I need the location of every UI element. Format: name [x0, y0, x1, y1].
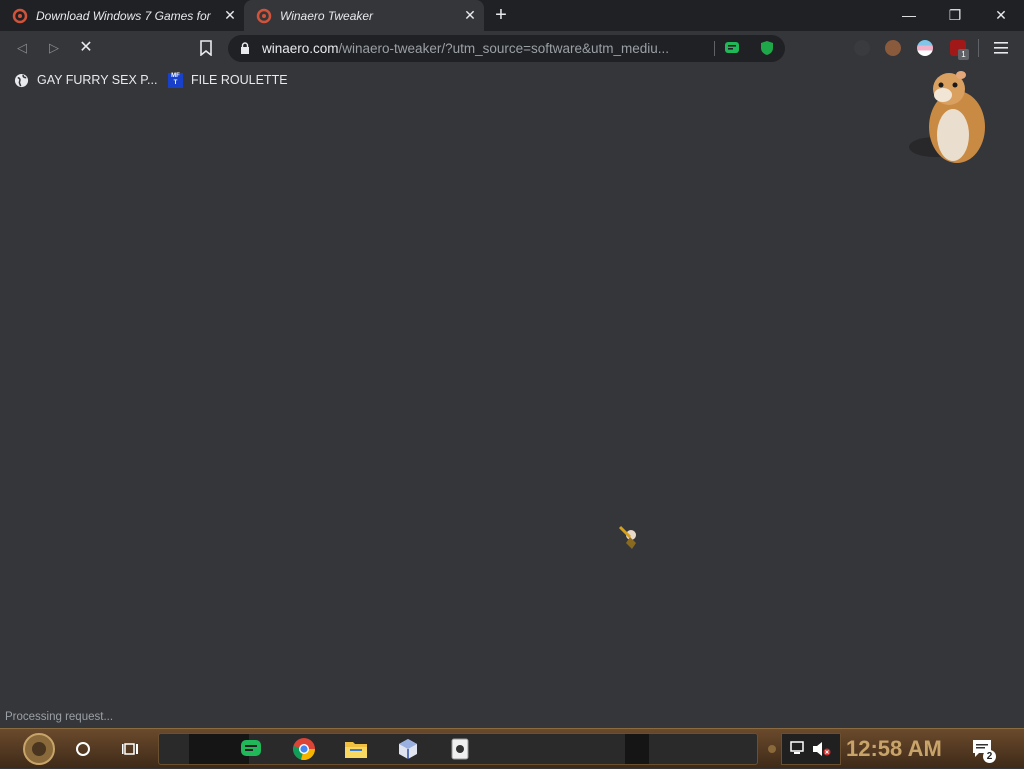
tab-close-button[interactable]: ✕	[220, 7, 240, 24]
bookmarks-bar: GAY FURRY SEX P... MF T FILE ROULETTE	[0, 65, 1024, 95]
stop-loading-button[interactable]: ✕	[75, 37, 97, 59]
folder-icon	[345, 742, 367, 758]
tab-close-button[interactable]: ✕	[460, 7, 480, 24]
notification-count-badge: 2	[983, 750, 996, 763]
busy-cursor-icon	[618, 525, 636, 549]
globe-icon	[14, 73, 29, 87]
tab-download-games[interactable]: Download Windows 7 Games for ✕	[0, 0, 244, 31]
tray-overflow-button[interactable]	[764, 729, 780, 769]
url-path: /winaero-tweaker/?utm_source=software&ut…	[338, 41, 670, 56]
speaker-muted-icon	[813, 742, 831, 756]
mfr-icon: MF T	[168, 72, 183, 88]
toolbar-divider	[978, 39, 979, 57]
lock-icon	[241, 42, 249, 54]
profile-avatar[interactable]	[885, 40, 901, 56]
hamster-mascot-image	[909, 71, 985, 163]
bookmark-item[interactable]: GAY FURRY SEX P...	[14, 72, 157, 88]
chrome-button[interactable]	[289, 729, 319, 769]
forward-button[interactable]: ▷	[43, 37, 65, 59]
task-view-icon	[122, 743, 138, 755]
action-center-button[interactable]	[968, 729, 998, 769]
tab-title: Download Windows 7 Games for	[36, 8, 211, 23]
network-button[interactable]	[786, 729, 808, 769]
cortana-button[interactable]	[68, 729, 98, 769]
volume-button[interactable]	[810, 729, 832, 769]
bookmark-label: FILE ROULETTE	[191, 73, 288, 87]
tab-title: Winaero Tweaker	[280, 8, 374, 23]
bookmark-icon[interactable]	[199, 40, 213, 56]
new-tab-button[interactable]: +	[490, 4, 512, 26]
browser-toolbar: ◁ ▷ ✕ winaero.com/winaero-tweaker/?utm_s…	[0, 31, 1024, 65]
chat-extension-icon[interactable]	[724, 40, 740, 56]
file-explorer-button[interactable]	[341, 729, 371, 769]
start-button[interactable]	[4, 729, 64, 769]
back-button[interactable]: ◁	[11, 37, 33, 59]
restore-button[interactable]: ❐	[932, 0, 978, 31]
url-text: winaero.com/winaero-tweaker/?utm_source=…	[262, 41, 704, 56]
start-gear-icon	[23, 733, 55, 765]
playing-card-icon	[451, 738, 469, 760]
extension-icon[interactable]	[854, 40, 870, 56]
chat-app-button[interactable]	[236, 729, 266, 769]
taskbar-clock[interactable]: 12:58 AM	[846, 736, 942, 762]
cards-game-button[interactable]	[445, 729, 475, 769]
omnibox-divider	[714, 41, 715, 56]
page-content	[0, 71, 1024, 728]
chrome-icon	[293, 738, 315, 761]
gear-icon	[768, 745, 776, 753]
url-host: winaero.com	[262, 41, 339, 56]
circle-icon	[76, 742, 90, 756]
bookmark-item[interactable]: MF T FILE ROULETTE	[168, 72, 288, 88]
flag-extension-icon[interactable]	[917, 40, 933, 56]
virtualbox-button[interactable]	[393, 729, 423, 769]
minimize-button[interactable]: —	[886, 0, 932, 31]
opera-icon	[256, 8, 272, 23]
bookmark-label: GAY FURRY SEX P...	[37, 73, 158, 87]
cube-icon	[399, 739, 417, 759]
extension-badge: 1	[958, 49, 969, 60]
opera-icon	[12, 8, 28, 23]
close-window-button[interactable]: ✕	[978, 0, 1024, 31]
taskbar: 12:58 AM 2	[0, 728, 1024, 768]
network-icon	[790, 741, 804, 754]
menu-icon[interactable]	[994, 42, 1008, 54]
task-view-button[interactable]	[116, 729, 146, 769]
chat-icon	[241, 740, 261, 756]
tab-winaero-tweaker[interactable]: Winaero Tweaker ✕	[244, 0, 484, 31]
shield-icon[interactable]	[759, 40, 775, 56]
status-bubble: Processing request...	[0, 708, 119, 728]
address-bar[interactable]: winaero.com/winaero-tweaker/?utm_source=…	[228, 35, 785, 62]
tab-strip: Download Windows 7 Games for ✕ Winaero T…	[0, 0, 1024, 31]
taskbar-shadow	[625, 734, 649, 764]
